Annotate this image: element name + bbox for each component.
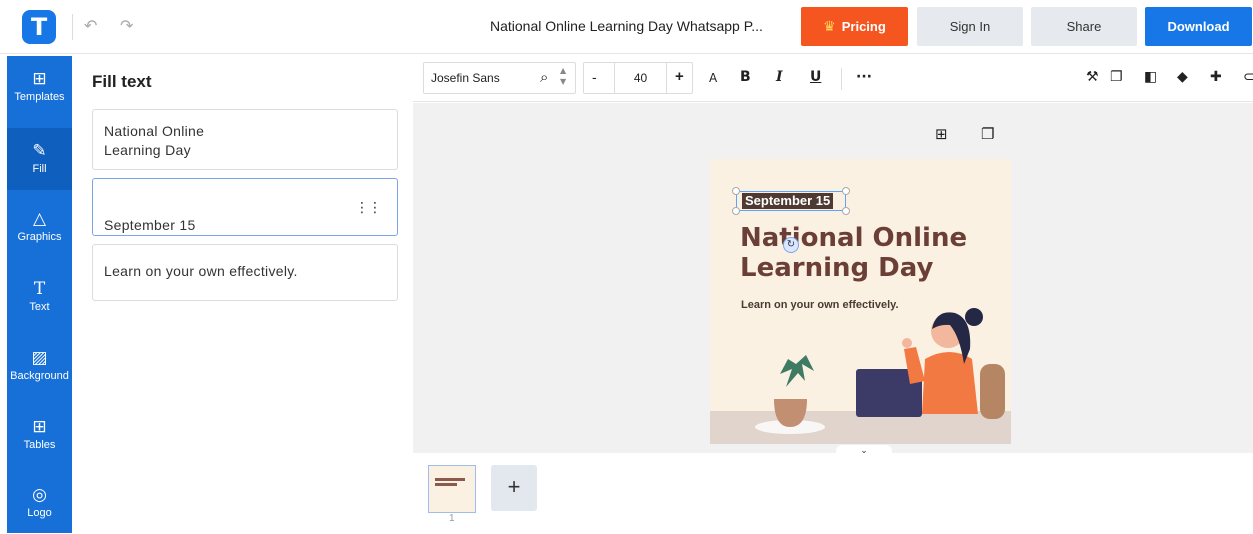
italic-button[interactable]: I	[776, 69, 783, 85]
sidebar-item-logo[interactable]: ◎ Logo	[7, 472, 72, 534]
text-case-button[interactable]: A	[709, 71, 717, 85]
undo-icon[interactable]: ↶	[84, 16, 97, 35]
sidebar-item-tables[interactable]: ⊞ Tables	[7, 404, 72, 466]
pricing-button[interactable]: ♛ Pricing	[801, 7, 908, 46]
background-icon: ▨	[31, 348, 48, 368]
app-logo[interactable]: T	[22, 10, 56, 44]
pencil-icon: ✎	[32, 141, 47, 161]
sidebar-item-label: Tables	[23, 439, 56, 451]
bold-button[interactable]: B	[740, 69, 751, 85]
text-toolbar: Josefin Sans ⌕ ▲ ▼ - 40 + A B I U ··· ⚒ ❐…	[413, 56, 1253, 102]
thumbnail-title-mark	[435, 483, 457, 486]
increase-size-button[interactable]: +	[675, 68, 684, 85]
format-painter-icon[interactable]: ⚒	[1086, 69, 1099, 85]
sidebar-item-label: Logo	[27, 507, 52, 519]
thumbnail-title-mark	[435, 478, 465, 481]
divider	[72, 14, 73, 40]
canvas-area: ⊞ ❐ September 15 National Online Learnin…	[413, 103, 1253, 453]
drag-handle-icon[interactable]: ⋮⋮	[355, 199, 382, 218]
sidebar-item-label: Templates	[14, 91, 65, 103]
fill-field-title[interactable]: National Online Learning Day	[92, 109, 398, 170]
fill-field-date[interactable]: September 15 ⋮⋮	[92, 178, 398, 236]
design-canvas[interactable]: September 15 National Online Learning Da…	[710, 159, 1011, 444]
copy-page-icon[interactable]: ❐	[981, 125, 994, 143]
font-family-value: Josefin Sans	[431, 71, 500, 85]
align-icon[interactable]: ✚	[1210, 69, 1222, 85]
more-options-button[interactable]: ···	[856, 69, 872, 85]
chair	[980, 364, 1005, 419]
sidebar: ⊞ Templates ✎ Fill △ Graphics T Text ▨ B…	[7, 56, 72, 533]
fill-field-subtitle[interactable]: Learn on your own effectively.	[92, 244, 398, 301]
sign-in-label: Sign In	[949, 19, 991, 34]
person-bun	[965, 308, 983, 326]
download-label: Download	[1167, 19, 1230, 34]
add-page-button[interactable]: +	[491, 465, 537, 511]
sidebar-item-label: Graphics	[17, 231, 62, 243]
sidebar-item-fill[interactable]: ✎ Fill	[7, 128, 72, 190]
page-thumbnail[interactable]	[428, 465, 476, 513]
person-hand	[902, 338, 912, 348]
pages-strip: 1 +	[413, 453, 1253, 533]
font-family-select[interactable]: Josefin Sans ⌕ ▲ ▼	[423, 62, 576, 94]
font-size-value[interactable]: 40	[614, 63, 667, 93]
panel-title: Fill text	[92, 72, 152, 91]
logo-letter: T	[30, 13, 48, 41]
sidebar-item-graphics[interactable]: △ Graphics	[7, 196, 72, 258]
person-body	[922, 352, 978, 414]
sidebar-item-label: Background	[10, 370, 69, 382]
sidebar-item-templates[interactable]: ⊞ Templates	[7, 56, 72, 118]
sidebar-item-text[interactable]: T Text	[7, 266, 72, 328]
stepper-arrows-icon[interactable]: ▲ ▼	[560, 65, 566, 87]
font-size-stepper[interactable]: - 40 +	[583, 62, 693, 94]
search-icon[interactable]: ⌕	[540, 68, 548, 86]
fill-field-date-text: September 15	[104, 217, 196, 233]
link-icon[interactable]: ⊂	[1243, 69, 1253, 85]
underline-button[interactable]: U	[810, 69, 821, 85]
text-icon: T	[33, 279, 46, 299]
document-title[interactable]: National Online Learning Day Whatsapp P.…	[490, 18, 763, 34]
duplicate-icon[interactable]: ❐	[1110, 69, 1123, 85]
sidebar-item-background[interactable]: ▨ Background	[7, 335, 72, 397]
toolbar-divider	[841, 68, 842, 90]
share-label: Share	[1066, 19, 1102, 34]
layer-icon[interactable]: ◧	[1144, 69, 1157, 85]
page-number: 1	[449, 513, 455, 524]
add-element-icon[interactable]: ⊞	[935, 125, 948, 143]
decrease-size-button[interactable]: -	[592, 69, 597, 85]
opacity-icon[interactable]: ◆	[1177, 69, 1188, 85]
graphics-icon: △	[32, 209, 47, 229]
plant-leaves	[780, 355, 814, 387]
sidebar-item-label: Fill	[32, 163, 47, 175]
redo-icon[interactable]: ↷	[120, 16, 133, 35]
download-button[interactable]: Download	[1145, 7, 1252, 46]
illustration	[710, 308, 1011, 444]
crown-icon: ♛	[823, 18, 836, 35]
pricing-label: Pricing	[841, 19, 886, 34]
tables-icon: ⊞	[32, 417, 47, 437]
share-button[interactable]: Share	[1031, 7, 1137, 46]
sign-in-button[interactable]: Sign In	[917, 7, 1023, 46]
top-bar: T ↶ ↷ National Online Learning Day Whats…	[0, 0, 1253, 54]
fill-text-panel: Fill text National Online Learning Day S…	[72, 56, 413, 533]
sidebar-item-label: Text	[29, 301, 50, 313]
templates-icon: ⊞	[32, 69, 47, 89]
logo-icon: ◎	[32, 485, 47, 505]
